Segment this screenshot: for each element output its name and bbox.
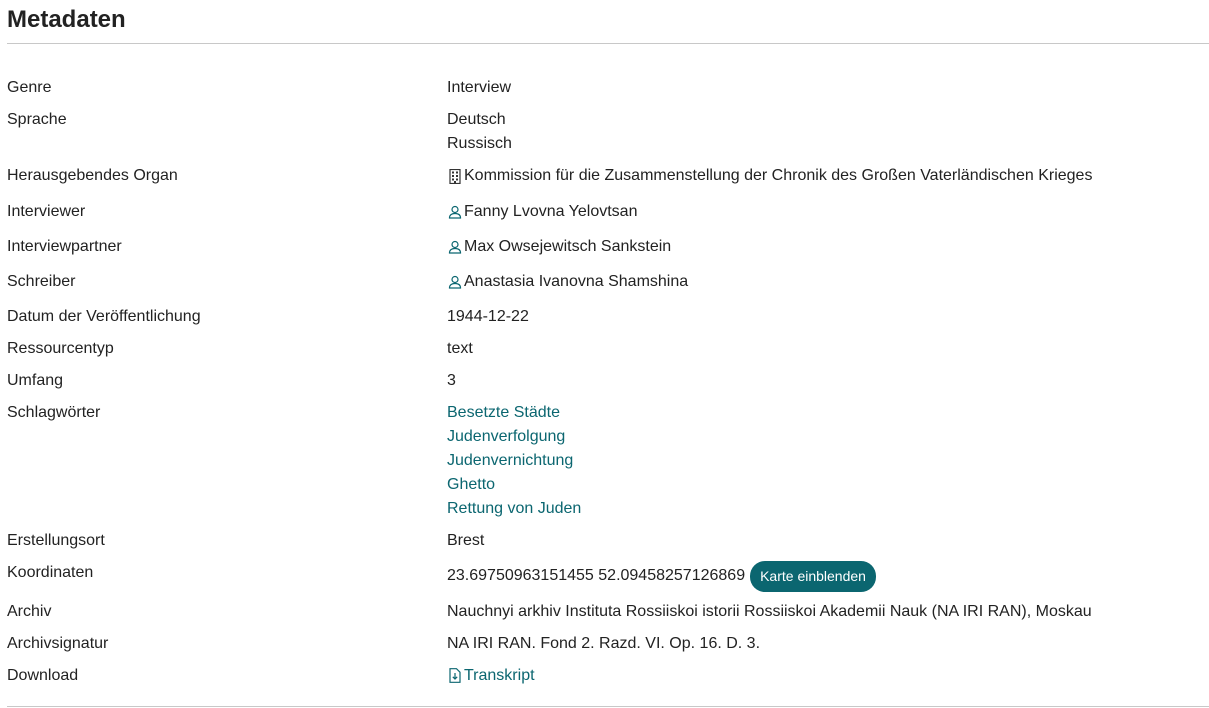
value-schreiber: Anastasia Ivanovna Shamshina bbox=[447, 270, 1202, 297]
row-interviewer: Interviewer Fanny Lvovna Yelovtsan bbox=[7, 200, 1202, 227]
metadata-list: Genre Interview Sprache Deutsch Russisch… bbox=[7, 76, 1202, 699]
organ-name: Kommission für die Zusammenstellung der … bbox=[464, 167, 1093, 184]
row-schreiber: Schreiber Anastasia Ivanovna Shamshina bbox=[7, 270, 1202, 297]
show-map-button[interactable]: Karte einblenden bbox=[750, 560, 876, 592]
value-download: Transkript bbox=[447, 664, 1202, 692]
row-datum: Datum der Veröffentlichung 1944-12-22 bbox=[7, 305, 1202, 329]
row-sprache: Sprache Deutsch Russisch bbox=[7, 108, 1202, 156]
label-archiv: Archiv bbox=[7, 602, 52, 620]
row-interviewpartner: Interviewpartner Max Owsejewitsch Sankst… bbox=[7, 235, 1202, 262]
label-ressourcentyp: Ressourcentyp bbox=[7, 339, 114, 357]
value-datum: 1944-12-22 bbox=[447, 307, 529, 325]
value-sprache: Deutsch Russisch bbox=[447, 108, 1202, 156]
label-sprache: Sprache bbox=[7, 111, 67, 128]
row-schlagwoerter: Schlagwörter Besetzte Städte Judenverfol… bbox=[7, 401, 1202, 521]
language-item: Deutsch bbox=[447, 111, 506, 128]
keyword-link[interactable]: Ghetto bbox=[447, 473, 1202, 497]
row-ressourcentyp: Ressourcentyp text bbox=[7, 337, 1202, 361]
label-datum: Datum der Veröffentlichung bbox=[7, 307, 201, 325]
person-icon bbox=[447, 204, 463, 220]
label-schreiber: Schreiber bbox=[7, 272, 76, 290]
label-interviewer: Interviewer bbox=[7, 202, 86, 220]
label-erstellungsort: Erstellungsort bbox=[7, 531, 105, 549]
value-umfang: 3 bbox=[447, 371, 456, 389]
title-divider bbox=[7, 43, 1209, 44]
coordinates-text: 23.69750963151455 52.09458257126869 bbox=[447, 567, 746, 584]
keyword-link[interactable]: Besetzte Städte bbox=[447, 401, 1202, 425]
label-umfang: Umfang bbox=[7, 371, 64, 389]
label-schlagwoerter: Schlagwörter bbox=[7, 403, 101, 421]
value-interviewpartner: Max Owsejewitsch Sankstein bbox=[447, 235, 1202, 262]
building-icon bbox=[447, 168, 463, 184]
person-icon bbox=[447, 239, 463, 255]
value-organ: Kommission für die Zusammenstellung der … bbox=[447, 164, 1202, 192]
value-ressourcentyp: text bbox=[447, 339, 473, 357]
value-genre: Interview bbox=[447, 79, 512, 96]
value-archivsignatur: NA IRI RAN. Fond 2. Razd. VI. Op. 16. D.… bbox=[447, 634, 761, 652]
row-genre: Genre Interview bbox=[7, 76, 1202, 100]
row-umfang: Umfang 3 bbox=[7, 369, 1202, 393]
keyword-link[interactable]: Judenvernichtung bbox=[447, 449, 1202, 473]
row-archivsignatur: Archivsignatur NA IRI RAN. Fond 2. Razd.… bbox=[7, 632, 1202, 656]
value-interviewer: Fanny Lvovna Yelovtsan bbox=[447, 200, 1202, 227]
value-koordinaten: 23.69750963151455 52.09458257126869 Kart… bbox=[447, 560, 1202, 592]
schreiber-name: Anastasia Ivanovna Shamshina bbox=[464, 272, 689, 290]
value-archiv: Nauchnyi arkhiv Instituta Rossiiskoi ist… bbox=[447, 602, 1092, 620]
value-schlagwoerter: Besetzte Städte Judenverfolgung Judenver… bbox=[447, 401, 1202, 521]
download-label: Transkript bbox=[464, 666, 535, 684]
keyword-link[interactable]: Rettung von Juden bbox=[447, 497, 1202, 521]
label-archivsignatur: Archivsignatur bbox=[7, 634, 109, 652]
value-erstellungsort: Brest bbox=[447, 531, 485, 549]
transcript-download-link[interactable]: Transkript bbox=[447, 664, 535, 688]
file-download-icon bbox=[447, 668, 463, 684]
label-organ: Herausgebendes Organ bbox=[7, 167, 178, 184]
person-icon bbox=[447, 274, 463, 290]
keyword-link[interactable]: Judenverfolgung bbox=[447, 425, 1202, 449]
interviewpartner-name: Max Owsejewitsch Sankstein bbox=[464, 237, 672, 255]
label-download: Download bbox=[7, 666, 79, 684]
row-organ: Herausgebendes Organ Kommission für die … bbox=[7, 164, 1202, 192]
row-archiv: Archiv Nauchnyi arkhiv Instituta Rossiis… bbox=[7, 600, 1202, 624]
row-erstellungsort: Erstellungsort Brest bbox=[7, 529, 1202, 553]
interviewer-name: Fanny Lvovna Yelovtsan bbox=[464, 202, 638, 220]
label-interviewpartner: Interviewpartner bbox=[7, 237, 122, 255]
label-genre: Genre bbox=[7, 79, 52, 96]
bottom-divider bbox=[7, 706, 1209, 707]
language-item: Russisch bbox=[447, 135, 512, 152]
page-title: Metadaten bbox=[7, 6, 126, 33]
row-koordinaten: Koordinaten 23.69750963151455 52.0945825… bbox=[7, 560, 1202, 592]
row-download: Download Transkript bbox=[7, 664, 1202, 692]
label-koordinaten: Koordinaten bbox=[7, 563, 94, 581]
